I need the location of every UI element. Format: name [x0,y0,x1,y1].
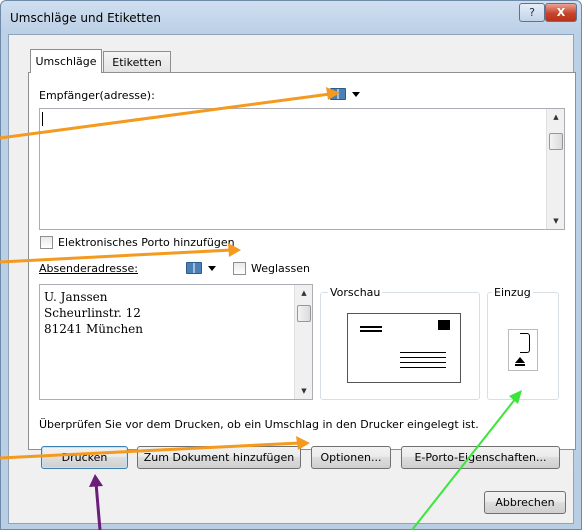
orange-arrow-sender [0,243,241,264]
orange-arrow-recipient [0,87,340,140]
annotation-arrows [0,87,522,530]
tab-umschlaege[interactable]: Umschläge [30,49,102,73]
orange-arrow-options [0,436,310,460]
purple-arrow-print [89,474,103,530]
green-arrow-feed [411,390,522,530]
tab-umschlaege-label: Umschläge [35,55,97,68]
